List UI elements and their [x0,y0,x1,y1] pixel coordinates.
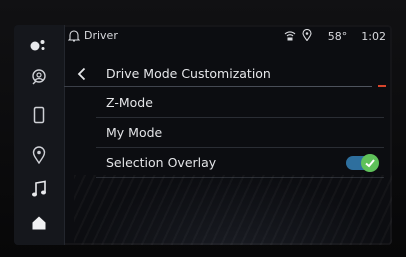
outside-temperature: 58° [327,30,348,43]
back-chevron-icon[interactable] [74,66,90,82]
location-pin-icon [302,28,312,45]
header-divider [64,86,372,87]
music-note-icon[interactable] [14,175,64,203]
status-indicators: 58° 1:02 [284,28,386,45]
list-item-label: My Mode [106,125,163,140]
assistant-icon[interactable] [14,31,64,59]
infotainment-screen: Driver 58° 1:02 Drive Mode Customization… [14,25,392,245]
left-rail [14,25,65,245]
list-item-selection-overlay[interactable]: Selection Overlay [96,149,384,178]
clock-time: 1:02 [361,30,386,43]
list-item-my-mode[interactable]: My Mode [96,119,384,148]
driver-profile-name[interactable]: Driver [84,29,118,43]
page-title: Drive Mode Customization [106,66,271,81]
scroll-indicator [378,85,386,87]
driver-profile-icon[interactable] [14,63,64,91]
status-bar: Driver 58° 1:02 [64,25,392,47]
wireless-connection-icon [284,29,296,45]
page-header: Drive Mode Customization [64,61,392,87]
list-item-z-mode[interactable]: Z-Mode [96,89,384,118]
phone-icon[interactable] [14,101,64,129]
photo-background: Driver 58° 1:02 Drive Mode Customization… [0,0,406,257]
checkmark-icon [365,159,375,168]
toggle-knob [361,154,379,172]
selection-overlay-toggle[interactable] [346,154,379,172]
list-item-label: Selection Overlay [106,155,217,170]
navigation-pin-icon[interactable] [14,141,64,169]
list-item-label: Z-Mode [106,95,153,110]
home-icon[interactable] [14,209,64,237]
notification-bell-icon[interactable] [67,29,81,45]
